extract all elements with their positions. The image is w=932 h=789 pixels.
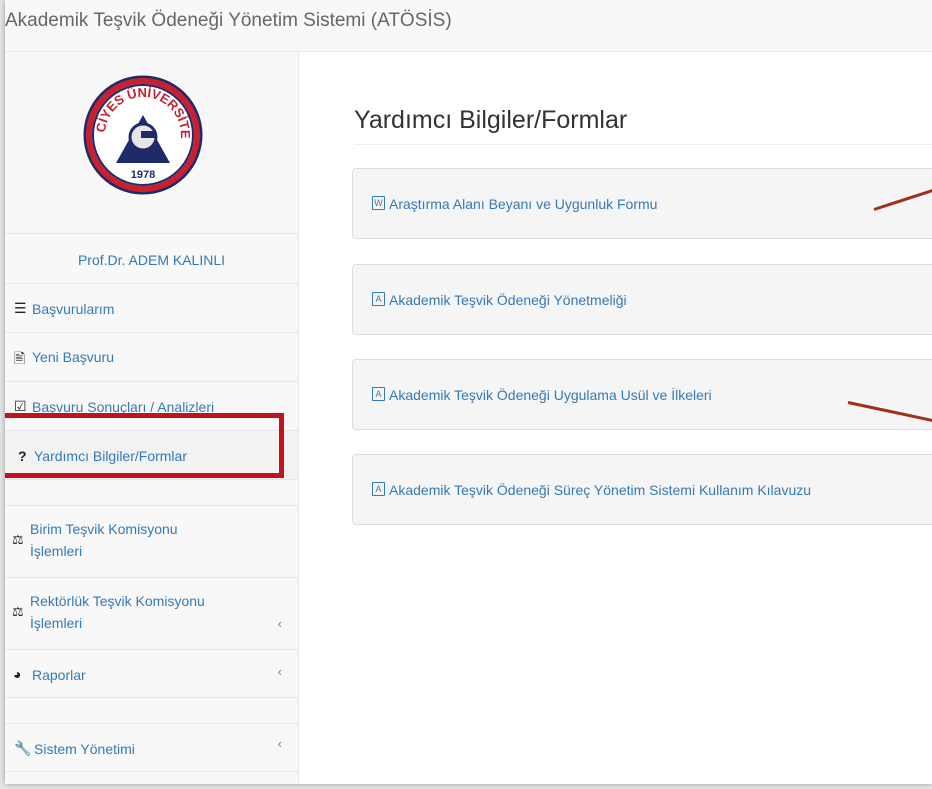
sidebar-item-rectorate-commission[interactable]: ⚖ Rektörlük Teşvik Komisyonu İşlemleri ‹ (5, 578, 298, 650)
page-title: Yardımcı Bilgiler/Formlar (354, 106, 628, 134)
top-navbar: Akademik Teşvik Ödeneği Yönetim Sistemi … (5, 0, 932, 52)
sidebar-item-label-line1: Rektörlük Teşvik Komisyonu (30, 593, 205, 609)
balance-scale-icon: ⚖ (12, 532, 24, 547)
sidebar-item-applications[interactable]: ☰ Başvurularım (5, 284, 298, 333)
chevron-left-icon: ‹ (277, 736, 282, 751)
title-divider (354, 144, 932, 145)
sidebar-item-label-line2: İşlemleri (30, 543, 83, 559)
document-icon: 🖹 (14, 350, 26, 366)
document-link-regulation[interactable]: A Akademik Teşvik Ödeneği Yönetmeliği (352, 264, 932, 335)
document-link-label: Araştırma Alanı Beyanı ve Uygunluk Formu (389, 196, 658, 212)
sidebar-divider (5, 698, 298, 724)
document-link-research-form[interactable]: W Araştırma Alanı Beyanı ve Uygunluk For… (352, 168, 932, 239)
document-link-user-guide[interactable]: A Akademik Teşvik Ödeneği Süreç Yönetim … (352, 454, 932, 525)
university-logo: ERCİYES ÜNİVERSİTESİ 1978 (5, 52, 298, 234)
sidebar-item-unit-commission[interactable]: ⚖ Birim Teşvik Komisyonu İşlemleri (5, 506, 298, 578)
sidebar-item-reports[interactable]: ◕ Raporlar ‹ (5, 650, 298, 698)
sidebar-item-label-line2: İşlemleri (30, 615, 83, 631)
sidebar-item-label: Başvurularım (32, 301, 115, 317)
word-file-icon: W (372, 196, 385, 210)
chevron-left-icon: ‹ (277, 664, 282, 679)
chevron-left-icon: ‹ (277, 616, 282, 631)
dashboard-icon: ◕ (13, 666, 22, 682)
document-link-label: Akademik Teşvik Ödeneği Yönetmeliği (389, 292, 627, 308)
wrench-icon: 🔧 (14, 740, 32, 756)
sidebar-item-label-line1: Birim Teşvik Komisyonu (30, 521, 178, 537)
sidebar-item-label: Sistem Yönetimi (34, 741, 135, 757)
pdf-file-icon: A (372, 292, 385, 306)
sidebar-item-system-admin[interactable]: 🔧 Sistem Yönetimi ‹ (5, 724, 298, 772)
app-window: Akademik Teşvik Ödeneği Yönetim Sistemi … (5, 0, 932, 784)
sidebar-item-label: Yeni Başvuru (32, 349, 114, 365)
main-content: Yardımcı Bilgiler/Formlar W Araştırma Al… (300, 52, 932, 784)
document-link-label: Akademik Teşvik Ödeneği Süreç Yönetim Si… (389, 482, 812, 498)
pdf-file-icon: A (372, 482, 385, 496)
balance-scale-icon: ⚖ (12, 604, 24, 619)
user-name[interactable]: Prof.Dr. ADEM KALINLI (5, 234, 298, 284)
logo-emblem: ERCİYES ÜNİVERSİTESİ 1978 (83, 75, 203, 195)
logo-year: 1978 (131, 169, 155, 181)
document-link-label: Akademik Teşvik Ödeneği Uygulama Usül ve… (389, 387, 712, 403)
sidebar-item-label: Birim Teşvik Komisyonu İşlemleri (30, 518, 178, 562)
sidebar-divider (5, 480, 298, 506)
document-link-principles[interactable]: A Akademik Teşvik Ödeneği Uygulama Usül … (352, 359, 932, 430)
annotation-highlight-box (5, 413, 284, 478)
sidebar-item-label: Raporlar (32, 667, 86, 683)
list-icon: ☰ (14, 300, 27, 316)
app-title[interactable]: Akademik Teşvik Ödeneği Yönetim Sistemi … (5, 10, 452, 32)
sidebar-item-label: Rektörlük Teşvik Komisyonu İşlemleri (30, 590, 205, 634)
sidebar-item-new-application[interactable]: 🖹 Yeni Başvuru (5, 333, 298, 382)
pdf-file-icon: A (372, 387, 385, 401)
